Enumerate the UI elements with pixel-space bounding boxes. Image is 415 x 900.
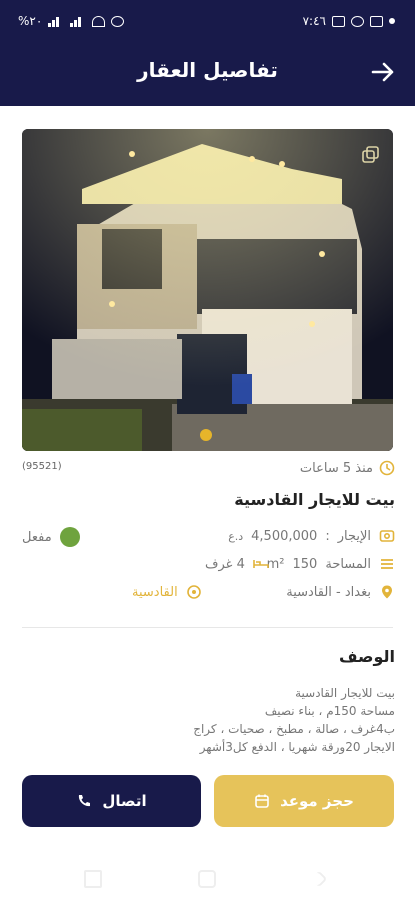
target-icon <box>186 585 201 599</box>
page-title: تفاصيل العقار <box>137 58 278 82</box>
recent-apps-icon[interactable] <box>84 870 102 888</box>
wifi-icon <box>92 15 106 27</box>
signal-icon-2 <box>70 16 86 27</box>
currency: د.ع <box>228 529 244 543</box>
area-unit: m² <box>266 556 285 572</box>
gallery-icon <box>332 15 345 27</box>
location-pin-icon <box>382 585 392 599</box>
status-right: ٧:٤٦ <box>303 14 395 28</box>
description-text: بيت للايجار القادسية مساحة 150م ، بناء ن… <box>193 686 395 754</box>
home-icon[interactable] <box>198 870 216 888</box>
book-appointment-button[interactable]: حجز موعد <box>214 775 394 827</box>
rent-row: الإيجار : 4,500,000 د.ع <box>228 528 395 544</box>
book-button-label: حجز موعد <box>280 792 354 810</box>
alarm-icon <box>111 15 125 27</box>
expand-icon[interactable] <box>361 145 381 165</box>
divider <box>22 627 393 628</box>
battery-text: %٢٠ <box>18 14 43 28</box>
property-title: بيت للايجار القادسية <box>234 490 395 509</box>
clock: ٧:٤٦ <box>302 14 326 28</box>
bed-icon <box>253 560 269 568</box>
status-bar: %٢٠ ٧:٤٦ <box>0 0 415 42</box>
location-text: بغداد - القادسية <box>286 584 371 600</box>
active-dot-icon <box>59 527 80 547</box>
posted-time: منذ 5 ساعات <box>300 460 395 476</box>
app-header: %٢٠ ٧:٤٦ تفاصيل العقار <box>0 0 415 106</box>
rent-value: 4,500,000 <box>251 528 318 544</box>
money-icon <box>379 530 395 542</box>
list-icon <box>381 559 393 569</box>
call-button[interactable]: اتصال <box>22 775 201 827</box>
area-label: المساحة <box>325 556 371 572</box>
posted-time-text: منذ 5 ساعات <box>299 460 373 476</box>
phone-icon <box>79 795 91 807</box>
rent-label: الإيجار <box>337 528 371 544</box>
description-title: الوصف <box>338 647 395 666</box>
back-nav-icon[interactable] <box>310 870 328 888</box>
gmail-icon <box>370 15 383 27</box>
status-indicator: مفعل <box>22 527 80 547</box>
clock-icon <box>379 460 395 476</box>
property-photo[interactable] <box>22 129 393 451</box>
status-text: مفعل <box>22 529 52 545</box>
system-nav-bar <box>0 858 415 900</box>
rooms-row: 4 غرف <box>205 556 269 572</box>
notification-dot-icon <box>389 18 395 24</box>
house-illustration <box>22 129 393 451</box>
call-button-label: اتصال <box>102 792 147 810</box>
arrow-right-icon[interactable] <box>369 58 397 86</box>
district-text: القادسية <box>132 584 178 600</box>
carousel-indicator[interactable] <box>200 429 212 441</box>
rooms-text: 4 غرف <box>205 556 245 572</box>
whatsapp-icon <box>351 15 364 27</box>
signal-icon <box>48 16 64 27</box>
location-row: بغداد - القادسية <box>286 584 395 600</box>
property-id: (95521) <box>22 461 62 472</box>
status-left: %٢٠ <box>18 14 125 28</box>
district-row: القادسية <box>132 584 202 600</box>
area-value: 150 <box>292 556 318 572</box>
calendar-icon <box>255 794 269 808</box>
area-row: المساحة 150 m² <box>267 556 395 572</box>
